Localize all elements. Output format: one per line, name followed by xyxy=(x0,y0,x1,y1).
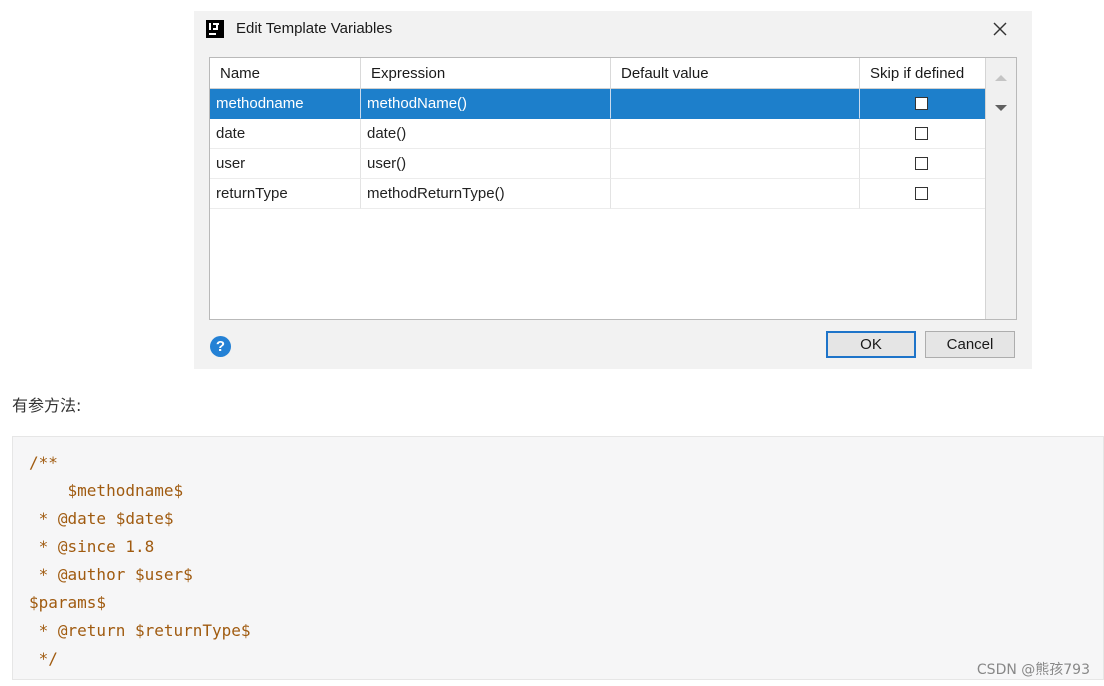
header-skip-if-defined[interactable]: Skip if defined xyxy=(860,58,985,89)
cell-skip-if-defined xyxy=(860,179,985,209)
cell-name[interactable]: date xyxy=(210,119,361,149)
skip-if-defined-checkbox[interactable] xyxy=(915,187,928,200)
table-scrollbar[interactable] xyxy=(985,58,1016,319)
cell-name[interactable]: user xyxy=(210,149,361,179)
code-line: */ xyxy=(29,649,58,668)
section-caption: 有参方法: xyxy=(12,396,82,415)
cell-name[interactable]: returnType xyxy=(210,179,361,209)
code-line: * @date $date$ xyxy=(29,509,174,528)
cell-default-value[interactable] xyxy=(611,149,860,179)
cell-expression[interactable]: methodReturnType() xyxy=(361,179,611,209)
skip-if-defined-checkbox[interactable] xyxy=(915,157,928,170)
edit-template-variables-dialog: Edit Template Variables Name Expression … xyxy=(194,11,1032,369)
dialog-title: Edit Template Variables xyxy=(236,20,393,37)
cell-default-value[interactable] xyxy=(611,119,860,149)
code-line: * @since 1.8 xyxy=(29,537,155,556)
code-line: $params$ xyxy=(29,593,107,612)
cancel-button[interactable]: Cancel xyxy=(925,331,1015,358)
ok-button[interactable]: OK xyxy=(826,331,916,358)
code-line: $methodname$ xyxy=(29,481,184,500)
cell-name[interactable]: methodname xyxy=(210,89,361,119)
cell-skip-if-defined xyxy=(860,119,985,149)
header-name[interactable]: Name xyxy=(210,58,361,89)
table-header: Name Expression Default value Skip if de… xyxy=(210,58,985,89)
cell-default-value[interactable] xyxy=(611,179,860,209)
cell-skip-if-defined xyxy=(860,149,985,179)
table-row[interactable]: date date() xyxy=(210,119,985,149)
code-line: * @author $user$ xyxy=(29,565,193,584)
close-icon[interactable] xyxy=(990,19,1010,39)
scroll-up-arrow-icon[interactable] xyxy=(994,70,1008,81)
variables-table: Name Expression Default value Skip if de… xyxy=(209,57,1017,320)
header-expression[interactable]: Expression xyxy=(361,58,611,89)
cell-default-value[interactable] xyxy=(611,89,860,119)
header-default-value[interactable]: Default value xyxy=(611,58,860,89)
intellij-app-icon xyxy=(206,20,224,38)
skip-if-defined-checkbox[interactable] xyxy=(915,97,928,110)
table-row[interactable]: user user() xyxy=(210,149,985,179)
cell-expression[interactable]: methodName() xyxy=(361,89,611,119)
code-block: /** $methodname$ * @date $date$ * @since… xyxy=(12,436,1104,680)
help-icon[interactable]: ? xyxy=(210,336,231,357)
skip-if-defined-checkbox[interactable] xyxy=(915,127,928,140)
table-row[interactable]: returnType methodReturnType() xyxy=(210,179,985,209)
cell-skip-if-defined xyxy=(860,89,985,119)
code-line: * @return $returnType$ xyxy=(29,621,251,640)
code-line: /** xyxy=(29,453,58,472)
dialog-titlebar[interactable]: Edit Template Variables xyxy=(194,11,1032,47)
table-row[interactable]: methodname methodName() xyxy=(210,89,985,119)
csdn-watermark: CSDN @熊孩793 xyxy=(976,662,1090,678)
cell-expression[interactable]: date() xyxy=(361,119,611,149)
cell-expression[interactable]: user() xyxy=(361,149,611,179)
scroll-down-arrow-icon[interactable] xyxy=(994,100,1008,111)
